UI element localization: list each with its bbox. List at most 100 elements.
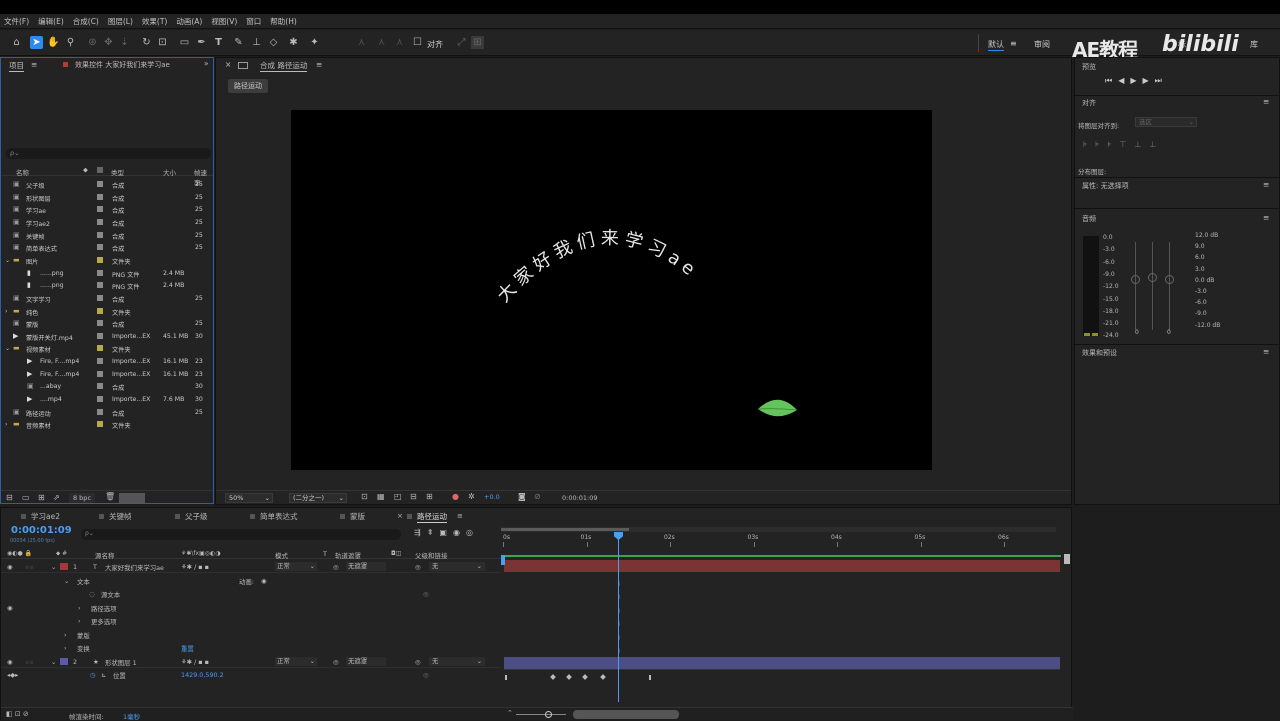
workspace-library[interactable]: 库 [1250,39,1258,50]
label-color-swatch[interactable] [97,345,103,352]
roto-brush-icon[interactable]: ✱ [287,36,300,49]
col-mode[interactable]: 模式 [275,550,288,560]
zoom-out-icon[interactable]: ⌃ [507,709,513,717]
tab-effects[interactable]: 效果控件 大家好我们来学习ae [75,60,170,70]
mode-select[interactable]: 正常 ⌄ [275,562,317,571]
layer-search-input[interactable]: ρ⌄ [81,529,401,540]
label-color-swatch[interactable] [97,193,103,200]
workspace-review[interactable]: 审阅 [1034,39,1050,50]
layer-switches[interactable]: ⚘✱ / ▪ ▪ [181,563,209,571]
layer-label-color[interactable] [60,657,68,665]
col-track-matte[interactable]: 轨道遮罩 [335,550,361,560]
eye-icon[interactable]: ◉ [7,563,13,571]
keyframe-diamond[interactable] [649,675,653,680]
timeline-timecode[interactable]: 0:00:01:09 [11,525,72,536]
expression-pickwhip-icon[interactable]: ◎ [423,671,429,679]
solo-box[interactable]: ▪▪ [25,563,34,571]
project-item[interactable]: ▮ ......png PNG 文件 2.4 MB [1,279,213,292]
footer-toggle-icons[interactable]: ◧ ⊡ ⊘ [6,710,29,718]
project-item[interactable]: ▣ 学习ae2 合成 25 [1,216,213,229]
track-matte-select[interactable]: 无遮罩 [346,656,386,666]
timeline-scrollbar[interactable] [573,710,679,719]
col-t[interactable]: T [323,550,327,558]
guides-icon[interactable]: ⊟ [410,492,417,501]
timeline-tab[interactable]: 简单表达式 [260,511,298,522]
project-item[interactable]: ▣ 学习ae 合成 25 [1,203,213,216]
snapshot-region-icon[interactable]: ⊞ [426,492,433,501]
project-item[interactable]: ▣ 蒙版 合成 25 [1,317,213,330]
align-menu-icon[interactable]: ≡ [1263,97,1269,106]
layer-row[interactable]: ◉ ▪▪ ⌄ 1 T 大家好我们来学习ae ⚘✱ / ▪ ▪ 正常 ⌄ ◎ 无遮罩 ◎ 无 ⌄ [1,560,501,574]
pickwhip-icon[interactable]: ◎ [415,658,421,666]
label-color-swatch[interactable] [97,218,103,225]
tab-project[interactable]: 项目 [9,60,24,72]
col-name[interactable]: 名称 [16,167,29,177]
menu-composition[interactable]: 合成(C) [73,16,99,27]
project-item[interactable]: ▣ 关键帧 合成 25 [1,229,213,242]
rectangle-tool-icon[interactable]: ▭ [178,36,191,49]
track-layer-1[interactable] [504,560,1060,572]
home-icon[interactable]: ⌂ [10,36,23,49]
dolly-camera-icon[interactable]: ⇣ [118,36,131,49]
type-tool-icon[interactable]: T [212,36,225,49]
menu-animation[interactable]: 动画(A) [176,16,202,27]
menu-effect[interactable]: 效果(T) [142,16,167,27]
property-row[interactable]: › 变换 重置 [1,641,501,654]
timeline-tab[interactable]: 父子级 [185,511,208,522]
project-item[interactable]: › ▬ 音频素材 文件夹 [1,418,213,431]
brush-tool-icon[interactable]: ✎ [232,36,245,49]
view-axis-icon[interactable]: ⋏ [393,36,406,49]
label-color-swatch[interactable] [97,307,103,314]
col-size[interactable]: 大小 [163,167,176,177]
close-tab-icon[interactable]: × [397,512,403,520]
label-color-swatch[interactable] [97,244,103,251]
label-color-swatch[interactable] [97,383,103,390]
timeline-tab[interactable]: 路径运动 [417,511,447,523]
color-picker-icon[interactable]: ● [452,492,459,501]
bpc-button[interactable]: 8 bpc [69,493,95,503]
animate-label[interactable]: 动画: [239,577,254,586]
clone-stamp-icon[interactable]: ⊥ [250,36,263,49]
keyframe-nav-icons[interactable]: ◂◆▸ [7,671,18,679]
reset-link[interactable]: 重置 [181,644,194,653]
mask-visibility-icon[interactable]: ◰ [394,492,402,501]
expression-pickwhip-icon[interactable]: ◎ [423,590,429,598]
menu-help[interactable]: 帮助(H) [270,16,297,27]
project-item[interactable]: ▶ Fire, F....mp4 Importe...EX 16.1 MB 23 [1,355,213,368]
show-snapshot-icon[interactable]: ⊘ [534,492,541,501]
project-item[interactable]: ▮ ......png PNG 文件 2.4 MB [1,267,213,280]
label-color-swatch[interactable] [97,421,103,428]
zoom-slider-knob[interactable] [545,711,552,718]
label-color-swatch[interactable] [97,294,103,301]
project-item[interactable]: ▣ 形状图层 合成 25 [1,191,213,204]
zoom-tool-icon[interactable]: ⚲ [64,36,77,49]
timeline-tab[interactable]: 蒙版 [350,511,365,522]
resolution-select[interactable]: (二分之一) ⌄ [289,493,347,503]
keyframe-diamond[interactable] [566,674,572,680]
label-color-swatch[interactable] [97,282,103,289]
expand-icon[interactable]: › [78,617,81,625]
audio-menu-icon[interactable]: ≡ [1263,213,1269,222]
keyframe-diamond[interactable] [550,674,556,680]
keyframe-diamond[interactable] [600,674,606,680]
menu-window[interactable]: 窗口 [246,16,261,27]
thumbnail-swatch[interactable] [119,493,145,503]
path-text[interactable]: 大家好我们来学习ae [493,228,702,307]
label-color-swatch[interactable] [97,358,103,365]
expand-icon[interactable]: › [78,604,81,612]
expand-icon[interactable]: ⌄ [5,257,10,264]
workspace-default[interactable]: 默认 [988,39,1004,51]
menu-file[interactable]: 文件(F) [4,16,29,27]
time-ruler[interactable]: 0s 01s 02s 03s 04s 05s 06s [501,534,1061,548]
leaf-shape[interactable] [757,399,798,417]
close-tab-icon[interactable]: × [225,60,231,69]
col-parent[interactable]: 父级和链接 [415,550,448,560]
label-color-swatch[interactable] [97,396,103,403]
timeline-switch-icons[interactable]: ⇶⇞▣◉◎ [414,528,494,540]
expand-icon[interactable]: ⌄ [5,345,10,352]
label-color-swatch[interactable] [97,181,103,187]
project-item[interactable]: ▶ Fire, F....mp4 Importe...EX 16.1 MB 23 [1,368,213,381]
panel-expand-icon[interactable]: » [204,59,209,68]
comp-breadcrumb[interactable]: 路径运动 [228,79,268,93]
project-menu-icon[interactable]: ≡ [31,60,37,69]
